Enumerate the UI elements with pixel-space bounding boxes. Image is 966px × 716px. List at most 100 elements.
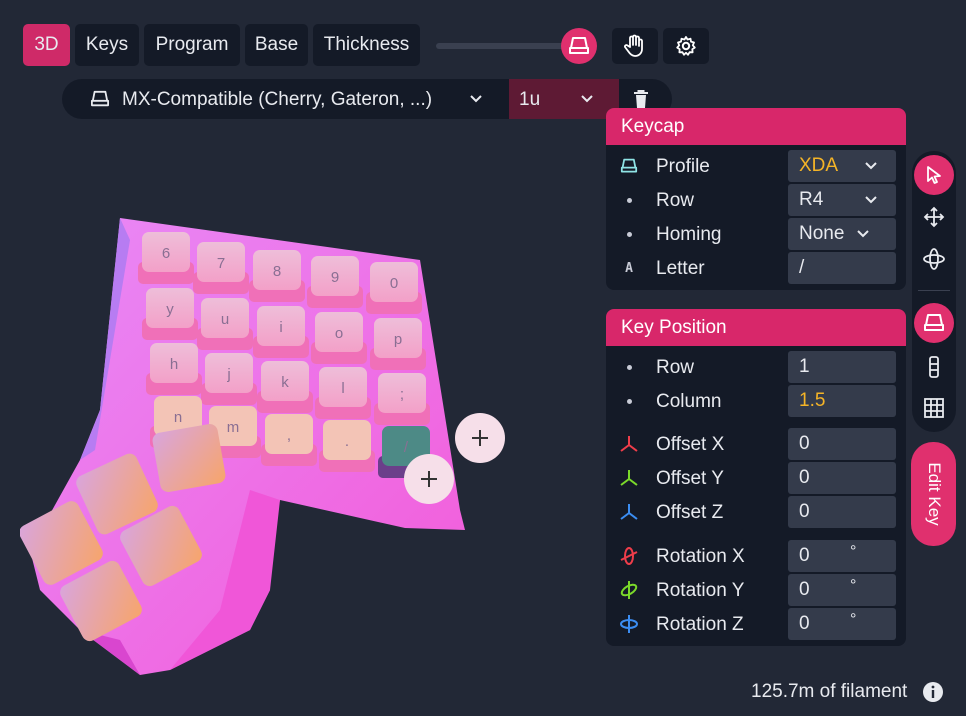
letter-a-icon: A bbox=[625, 260, 633, 276]
add-key-button[interactable] bbox=[404, 454, 454, 504]
keycap-row-value: R4 bbox=[799, 189, 824, 210]
edit-key-button[interactable]: Edit Key bbox=[911, 442, 956, 546]
position-row-label: Row bbox=[656, 357, 695, 378]
keycap-tool-button[interactable] bbox=[914, 303, 954, 343]
keycap-legend: l bbox=[341, 380, 344, 397]
keycap-legend: j bbox=[226, 366, 230, 383]
keycap-panel-title: Keycap bbox=[606, 108, 906, 145]
offset-y-label: Offset Y bbox=[656, 468, 724, 489]
keycap[interactable]: p bbox=[370, 318, 426, 370]
hand-button[interactable] bbox=[612, 28, 658, 64]
axis-y-icon bbox=[620, 470, 638, 486]
keycap-legend: 8 bbox=[273, 263, 281, 280]
keycap[interactable]: 6 bbox=[138, 232, 194, 284]
keycap[interactable]: . bbox=[319, 420, 375, 472]
key-position-panel-title: Key Position bbox=[606, 309, 906, 346]
rotation-x-label: Rotation X bbox=[656, 546, 745, 567]
column-tool-button[interactable] bbox=[914, 347, 954, 387]
keycap[interactable]: l bbox=[315, 367, 371, 419]
column-label: Column bbox=[656, 391, 722, 412]
trash-icon[interactable] bbox=[633, 89, 649, 109]
profile-row: Profile XDA bbox=[606, 150, 906, 182]
keycap-row-select[interactable]: R4 bbox=[788, 184, 896, 216]
keycap-legend: . bbox=[345, 433, 349, 450]
tab-program[interactable]: Program bbox=[144, 24, 240, 66]
keycap[interactable]: j bbox=[201, 353, 257, 405]
tab-3d[interactable]: 3D bbox=[23, 24, 70, 66]
rotation-x-input[interactable]: 0 ° bbox=[788, 540, 896, 572]
switch-type-select[interactable]: MX-Compatible (Cherry, Gateron, ...) bbox=[122, 89, 432, 111]
chevron-down-icon bbox=[865, 196, 877, 204]
keycap[interactable]: 7 bbox=[193, 242, 249, 294]
keycap[interactable]: i bbox=[253, 306, 309, 358]
keycap[interactable]: k bbox=[257, 361, 313, 413]
tool-column bbox=[912, 151, 956, 432]
letter-input[interactable] bbox=[788, 252, 896, 284]
rotation-y-input[interactable]: 0 ° bbox=[788, 574, 896, 606]
keycap-legend: 9 bbox=[331, 269, 339, 286]
grid-tool-button[interactable] bbox=[914, 388, 954, 428]
keycap-row-label: Row bbox=[656, 190, 695, 211]
column-row: Column 1.5 bbox=[606, 385, 906, 417]
bullet-icon bbox=[626, 364, 632, 370]
keycap[interactable]: 9 bbox=[307, 256, 363, 308]
offset-y-input[interactable]: 0 bbox=[788, 462, 896, 494]
key-size-select[interactable]: 1u bbox=[509, 79, 619, 119]
keycap-legend: 0 bbox=[390, 275, 398, 292]
keyboard-3d-model[interactable]: 67 8 9 0yu i o phj k l ;nm,. / bbox=[20, 210, 510, 680]
move-tool-button[interactable] bbox=[914, 197, 954, 237]
column-icon bbox=[929, 356, 939, 378]
rotation-z-input[interactable]: 0 ° bbox=[788, 608, 896, 640]
keycap[interactable]: h bbox=[146, 343, 202, 395]
rotate-tool-button[interactable] bbox=[914, 239, 954, 279]
keycap-legend: y bbox=[166, 301, 174, 318]
cursor-icon bbox=[927, 166, 941, 184]
offset-x-input[interactable]: 0 bbox=[788, 428, 896, 460]
keycap[interactable]: , bbox=[261, 414, 317, 466]
gear-icon bbox=[676, 36, 696, 56]
profile-value: XDA bbox=[799, 155, 839, 176]
keycap-legend: 7 bbox=[217, 255, 225, 272]
rotation-z-value: 0 bbox=[799, 613, 810, 634]
keycap[interactable]: 0 bbox=[366, 262, 422, 314]
view-slider-track[interactable] bbox=[436, 43, 576, 49]
tab-thickness[interactable]: Thickness bbox=[313, 24, 420, 66]
offset-x-label: Offset X bbox=[656, 434, 725, 455]
key-position-panel: Key Position Row 1 Column 1.5 Offset X 0… bbox=[606, 309, 906, 646]
degree-unit: ° bbox=[850, 543, 857, 560]
keycap[interactable]: 8 bbox=[249, 250, 305, 302]
keycap-legend: , bbox=[287, 427, 291, 444]
homing-select[interactable]: None bbox=[788, 218, 896, 250]
keycap[interactable]: o bbox=[311, 312, 367, 364]
thumb-key[interactable] bbox=[151, 423, 226, 494]
select-tool-button[interactable] bbox=[914, 155, 954, 195]
rotation-x-value: 0 bbox=[799, 545, 810, 566]
keycap-icon bbox=[924, 314, 944, 331]
keycap[interactable]: u bbox=[197, 298, 253, 350]
add-key-button[interactable] bbox=[455, 413, 505, 463]
chevron-down-icon bbox=[865, 162, 877, 170]
plus-icon bbox=[421, 471, 437, 487]
offset-z-label: Offset Z bbox=[656, 502, 724, 523]
info-icon[interactable] bbox=[922, 681, 944, 703]
tab-keys[interactable]: Keys bbox=[75, 24, 139, 66]
rotate-x-icon bbox=[620, 547, 638, 565]
chevron-down-icon bbox=[857, 230, 869, 238]
settings-button[interactable] bbox=[663, 28, 709, 64]
bullet-icon bbox=[626, 398, 632, 404]
keycap[interactable]: y bbox=[142, 288, 198, 340]
offset-z-input[interactable]: 0 bbox=[788, 496, 896, 528]
position-row-input[interactable]: 1 bbox=[788, 351, 896, 383]
offset-z-row: Offset Z 0 bbox=[606, 496, 906, 528]
rotation-z-label: Rotation Z bbox=[656, 614, 744, 635]
bullet-icon bbox=[626, 231, 632, 237]
homing-row: Homing None bbox=[606, 218, 906, 250]
edit-key-label: Edit Key bbox=[924, 462, 944, 526]
tab-base[interactable]: Base bbox=[245, 24, 308, 66]
column-input[interactable]: 1.5 bbox=[788, 385, 896, 417]
profile-select[interactable]: XDA bbox=[788, 150, 896, 182]
position-row-row: Row 1 bbox=[606, 351, 906, 383]
view-slider-thumb[interactable] bbox=[561, 28, 597, 64]
keycap[interactable]: ; bbox=[374, 373, 430, 425]
chevron-down-icon[interactable] bbox=[469, 94, 483, 104]
